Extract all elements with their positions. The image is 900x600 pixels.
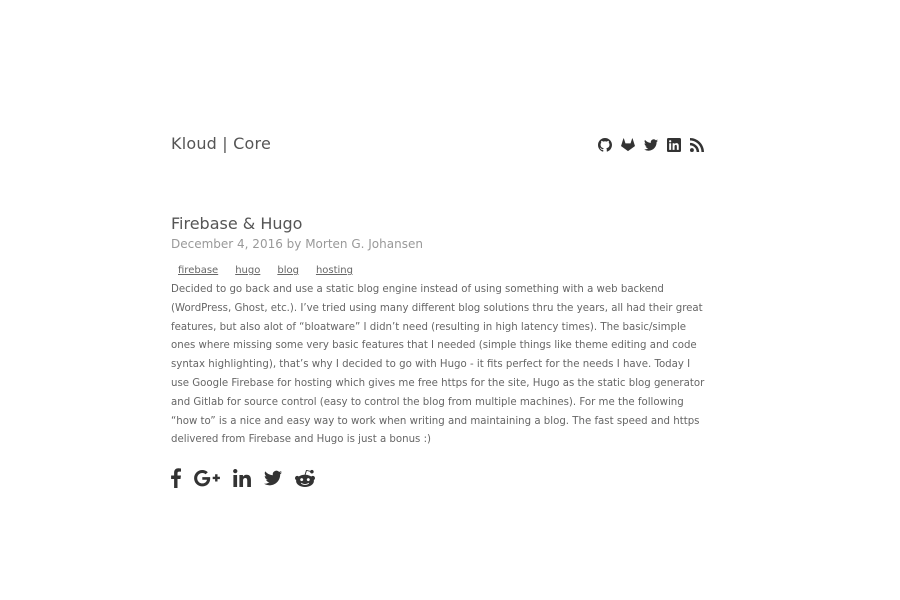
- reddit-icon: [295, 470, 315, 488]
- twitter-link[interactable]: [644, 138, 658, 152]
- share-twitter-button[interactable]: [264, 468, 282, 488]
- tag-hugo[interactable]: hugo: [235, 265, 260, 277]
- blog-post: Firebase & Hugo December 4, 2016 by Mort…: [171, 214, 706, 489]
- site-header: Kloud | Core: [171, 134, 706, 158]
- twitter-icon: [264, 470, 282, 486]
- gitlab-icon: [621, 138, 635, 152]
- gitlab-link[interactable]: [621, 138, 635, 152]
- github-icon: [598, 138, 612, 152]
- linkedin-link[interactable]: [667, 138, 681, 152]
- share-buttons: [171, 468, 706, 489]
- rss-icon: [690, 138, 704, 152]
- tag-hosting[interactable]: hosting: [316, 265, 353, 277]
- google-plus-icon: [194, 470, 220, 487]
- rss-link[interactable]: [690, 138, 704, 152]
- github-link[interactable]: [598, 138, 612, 152]
- share-facebook-button[interactable]: [171, 468, 181, 489]
- post-title[interactable]: Firebase & Hugo: [171, 214, 706, 234]
- tag-blog[interactable]: blog: [277, 265, 299, 277]
- linkedin-icon: [667, 138, 681, 152]
- site-title-link[interactable]: Kloud | Core: [171, 134, 271, 153]
- tag-firebase[interactable]: firebase: [178, 265, 218, 277]
- tag-list: firebase hugo blog hosting: [178, 265, 706, 277]
- share-reddit-button[interactable]: [295, 468, 315, 488]
- share-google-plus-button[interactable]: [194, 468, 220, 488]
- twitter-icon: [644, 139, 658, 151]
- post-meta: December 4, 2016 by Morten G. Johansen: [171, 237, 423, 251]
- post-body: Decided to go back and use a static blog…: [171, 284, 705, 446]
- facebook-icon: [171, 468, 181, 489]
- share-linkedin-button[interactable]: [233, 468, 251, 488]
- linkedin-icon: [233, 469, 251, 488]
- social-links: [598, 138, 704, 152]
